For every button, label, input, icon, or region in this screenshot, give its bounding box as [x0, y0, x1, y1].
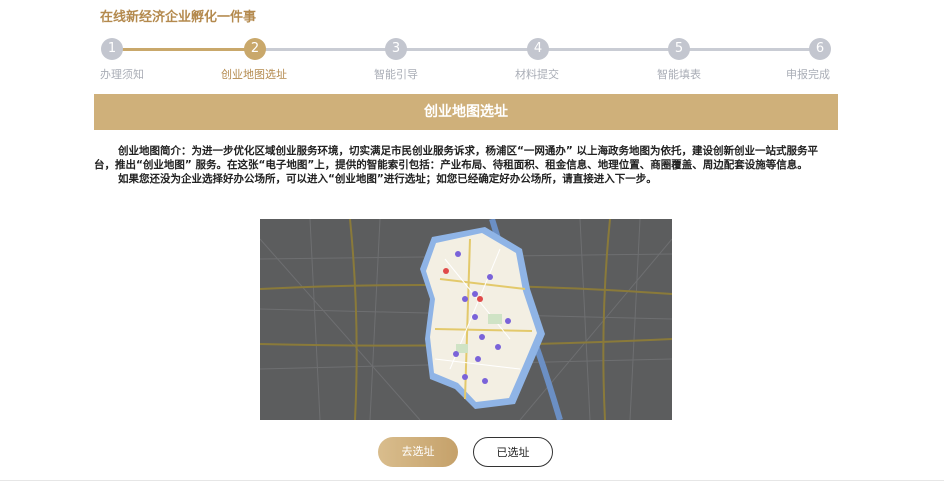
intro-paragraph-2: 如果您还没为企业选择好办公场所，可以进入“创业地图”进行选址；如您已经确定好办公…	[118, 173, 657, 185]
step-4-label: 材料提交	[515, 68, 559, 81]
intro-paragraph-1: 创业地图简介：为进一步优化区域创业服务环境，切实满足市民创业服务诉求，杨浦区“一…	[94, 145, 818, 171]
step-2-circle: 2	[244, 38, 266, 60]
already-selected-button[interactable]: 已选址	[473, 437, 553, 467]
step-6-label: 申报完成	[786, 68, 830, 81]
section-title-banner: 创业地图选址	[94, 94, 838, 130]
page-title: 在线新经济企业孵化一件事	[100, 10, 257, 25]
step-3-label: 智能引导	[374, 68, 418, 81]
progress-stepper: 1 2 3 4 5 6 办理须知 创业地图选址 智能引导 材料提交 智能填表 申…	[0, 36, 944, 86]
step-5-circle: 5	[668, 38, 690, 60]
step-3-circle: 3	[385, 38, 407, 60]
divider	[0, 480, 944, 481]
step-5-label: 智能填表	[657, 68, 701, 81]
step-connector	[121, 48, 255, 51]
step-6-circle: 6	[809, 38, 831, 60]
step-1-circle: 1	[101, 38, 123, 60]
go-select-site-button[interactable]: 去选址	[378, 437, 458, 467]
map-graphic	[260, 219, 672, 420]
step-2-label: 创业地图选址	[221, 68, 287, 81]
step-4-circle: 4	[527, 38, 549, 60]
startup-map-image[interactable]	[260, 219, 672, 420]
step-1-label: 办理须知	[100, 68, 144, 81]
intro-text: 创业地图简介：为进一步优化区域创业服务环境，切实满足市民创业服务诉求，杨浦区“一…	[94, 144, 838, 186]
